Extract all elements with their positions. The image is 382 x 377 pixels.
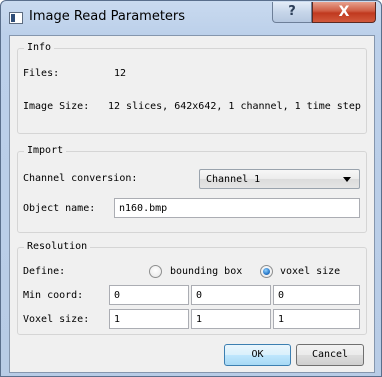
object-name-value: n160.bmp <box>119 203 168 214</box>
voxel-size-label: Voxel size: <box>23 314 90 325</box>
bounding-box-label[interactable]: bounding box <box>170 266 242 277</box>
voxel-size-y-input[interactable]: 1 <box>191 309 271 329</box>
files-label: Files: <box>23 68 60 79</box>
chevron-down-icon <box>343 177 351 182</box>
min-coord-x-input[interactable]: 0 <box>109 285 189 305</box>
dialog-content: Info Files: 12 Image Size: 12 slices, 64… <box>9 35 375 373</box>
window-title: Image Read Parameters <box>29 9 186 24</box>
object-name-input[interactable]: n160.bmp <box>114 198 360 218</box>
min-coord-y-value: 0 <box>196 290 203 301</box>
voxel-size-z-input[interactable]: 1 <box>273 309 360 329</box>
voxel-size-option-label[interactable]: voxel size <box>280 266 340 277</box>
import-group: Import Channel conversion: Channel 1 Obj… <box>17 145 367 233</box>
min-coord-z-input[interactable]: 0 <box>273 285 360 305</box>
min-coord-x-value: 0 <box>114 290 121 301</box>
voxel-size-y-value: 1 <box>196 314 203 325</box>
voxel-size-x-value: 1 <box>114 314 121 325</box>
image-size-value: 12 slices, 642x642, 1 channel, 1 time st… <box>108 101 361 112</box>
channel-conversion-select[interactable]: Channel 1 <box>199 169 360 189</box>
min-coord-z-value: 0 <box>278 290 285 301</box>
dialog-window: Image Read Parameters ? X Info Files: 12… <box>0 0 382 377</box>
close-button[interactable]: X <box>312 2 376 23</box>
voxel-size-x-input[interactable]: 1 <box>109 309 189 329</box>
info-legend: Info <box>24 42 55 53</box>
channel-conversion-value: Channel 1 <box>206 174 261 185</box>
min-coord-y-input[interactable]: 0 <box>191 285 271 305</box>
info-group: Info Files: 12 Image Size: 12 slices, 64… <box>17 42 367 134</box>
window-icon <box>9 12 23 24</box>
define-label: Define: <box>23 266 66 277</box>
object-name-label: Object name: <box>23 203 96 214</box>
import-legend: Import <box>24 145 67 156</box>
resolution-legend: Resolution <box>24 241 91 252</box>
voxel-size-z-value: 1 <box>278 314 285 325</box>
resolution-group: Resolution Define: bounding box voxel si… <box>17 241 367 335</box>
help-button[interactable]: ? <box>272 2 312 23</box>
voxel-size-radio[interactable] <box>260 265 273 278</box>
ok-button[interactable]: OK <box>224 344 291 366</box>
channel-conversion-label: Channel conversion: <box>23 173 138 184</box>
files-value: 12 <box>114 68 127 79</box>
min-coord-label: Min coord: <box>23 290 84 301</box>
title-bar[interactable]: Image Read Parameters ? X <box>1 1 381 35</box>
bounding-box-radio[interactable] <box>149 265 162 278</box>
cancel-button[interactable]: Cancel <box>296 344 364 366</box>
image-size-label: Image Size: <box>23 101 90 112</box>
